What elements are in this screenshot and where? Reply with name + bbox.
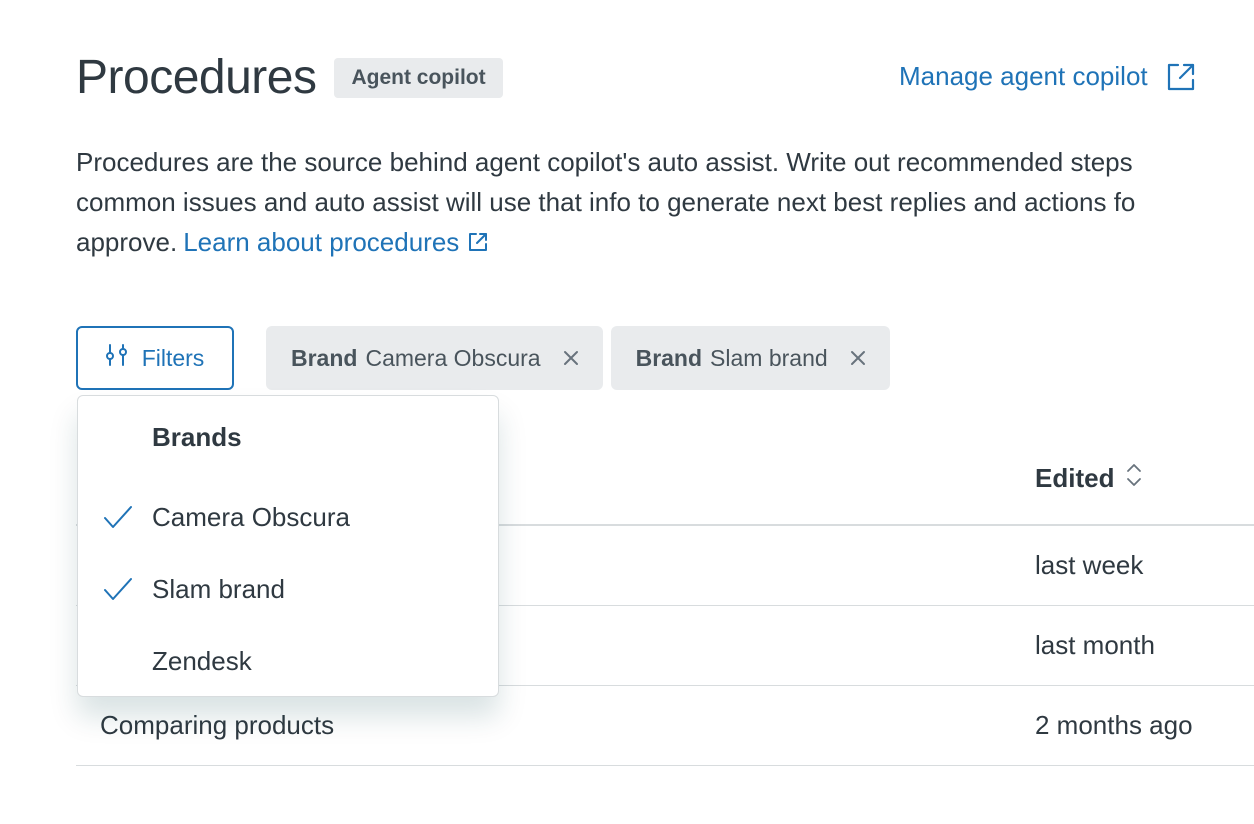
close-icon[interactable] bbox=[563, 350, 579, 366]
dropdown-group-title: Brands bbox=[152, 422, 242, 452]
external-link-icon bbox=[1166, 62, 1196, 92]
option-label: Zendesk bbox=[152, 646, 252, 676]
edited-date: last month bbox=[1035, 630, 1155, 660]
dropdown-option-camera-obscura[interactable]: Camera Obscura bbox=[78, 488, 498, 548]
learn-link-label: Learn about procedures bbox=[183, 227, 460, 257]
page-header: Procedures Agent copilot bbox=[76, 50, 503, 106]
dropdown-option-zendesk[interactable]: Zendesk bbox=[78, 632, 498, 692]
manage-link-label: Manage agent copilot bbox=[899, 61, 1148, 91]
edited-date: 2 months ago bbox=[1035, 710, 1193, 740]
filter-chip-slam-brand: Brand Slam brand bbox=[610, 326, 890, 390]
manage-agent-copilot-link[interactable]: Manage agent copilot bbox=[899, 61, 1196, 92]
brands-filter-dropdown: Brands Camera Obscura Slam brand Zendesk bbox=[77, 395, 499, 697]
check-icon bbox=[102, 574, 134, 609]
description-line-3: approve. Learn about procedures bbox=[76, 222, 1254, 264]
check-icon bbox=[102, 502, 134, 537]
option-label: Slam brand bbox=[152, 574, 285, 604]
learn-about-procedures-link[interactable]: Learn about procedures bbox=[183, 227, 489, 257]
description-line-1: Procedures are the source behind agent c… bbox=[76, 147, 1133, 177]
product-tag: Agent copilot bbox=[334, 58, 503, 98]
page-description: Procedures are the source behind agent c… bbox=[76, 142, 1254, 264]
edited-date: last week bbox=[1035, 550, 1144, 580]
chip-key: Brand bbox=[635, 344, 703, 371]
chip-value: Camera Obscura bbox=[365, 344, 541, 371]
description-line-3-text: approve. bbox=[76, 227, 178, 257]
description-line-2: common issues and auto assist will use t… bbox=[76, 187, 1136, 217]
filter-toolbar: Filters Brand Camera Obscura Brand Slam … bbox=[76, 326, 890, 390]
page-title: Procedures bbox=[76, 51, 317, 104]
procedure-name: Comparing products bbox=[100, 710, 335, 740]
external-link-icon bbox=[467, 224, 489, 264]
sliders-icon bbox=[105, 343, 128, 373]
sort-icon bbox=[1126, 462, 1142, 495]
dropdown-option-slam-brand[interactable]: Slam brand bbox=[78, 560, 498, 620]
table-row[interactable]: Comparing products 2 months ago bbox=[76, 686, 1254, 766]
close-icon[interactable] bbox=[850, 350, 866, 366]
filters-button[interactable]: Filters bbox=[76, 326, 234, 390]
filter-chip-camera-obscura: Brand Camera Obscura bbox=[266, 326, 603, 390]
edited-column-header[interactable]: Edited bbox=[1035, 462, 1142, 495]
option-label: Camera Obscura bbox=[152, 502, 350, 532]
chip-key: Brand bbox=[291, 344, 358, 371]
edited-header-label: Edited bbox=[1035, 463, 1115, 493]
filters-label: Filters bbox=[141, 344, 205, 371]
chip-value: Slam brand bbox=[710, 344, 828, 371]
